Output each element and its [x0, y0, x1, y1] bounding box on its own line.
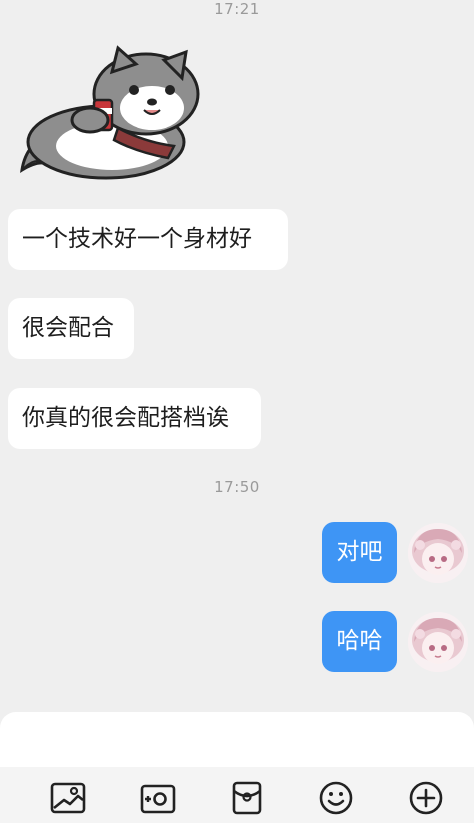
sent-message[interactable]: 对吧 — [322, 522, 397, 583]
received-message[interactable]: 很会配合 — [8, 298, 134, 359]
input-toolbar — [0, 767, 474, 823]
chat-area: 17:21 一个技术好一个身材好 很会配合 你真的很会配搭档诶 17:50 对吧… — [0, 0, 474, 705]
received-message[interactable]: 你真的很会配搭档诶 — [8, 388, 261, 449]
plus-icon[interactable] — [407, 781, 445, 815]
sent-message[interactable]: 哈哈 — [322, 611, 397, 672]
image-icon[interactable] — [49, 781, 87, 815]
timestamp: 17:50 — [214, 478, 260, 496]
user-avatar[interactable] — [408, 523, 468, 583]
emoji-icon[interactable] — [317, 781, 355, 815]
timestamp: 17:21 — [214, 0, 260, 18]
raccoon-dog-sticker[interactable] — [14, 42, 204, 182]
camera-icon[interactable] — [139, 781, 177, 815]
user-avatar[interactable] — [408, 612, 468, 672]
received-message[interactable]: 一个技术好一个身材好 — [8, 209, 288, 270]
message-input[interactable] — [0, 712, 474, 767]
red-packet-icon[interactable] — [228, 781, 266, 815]
